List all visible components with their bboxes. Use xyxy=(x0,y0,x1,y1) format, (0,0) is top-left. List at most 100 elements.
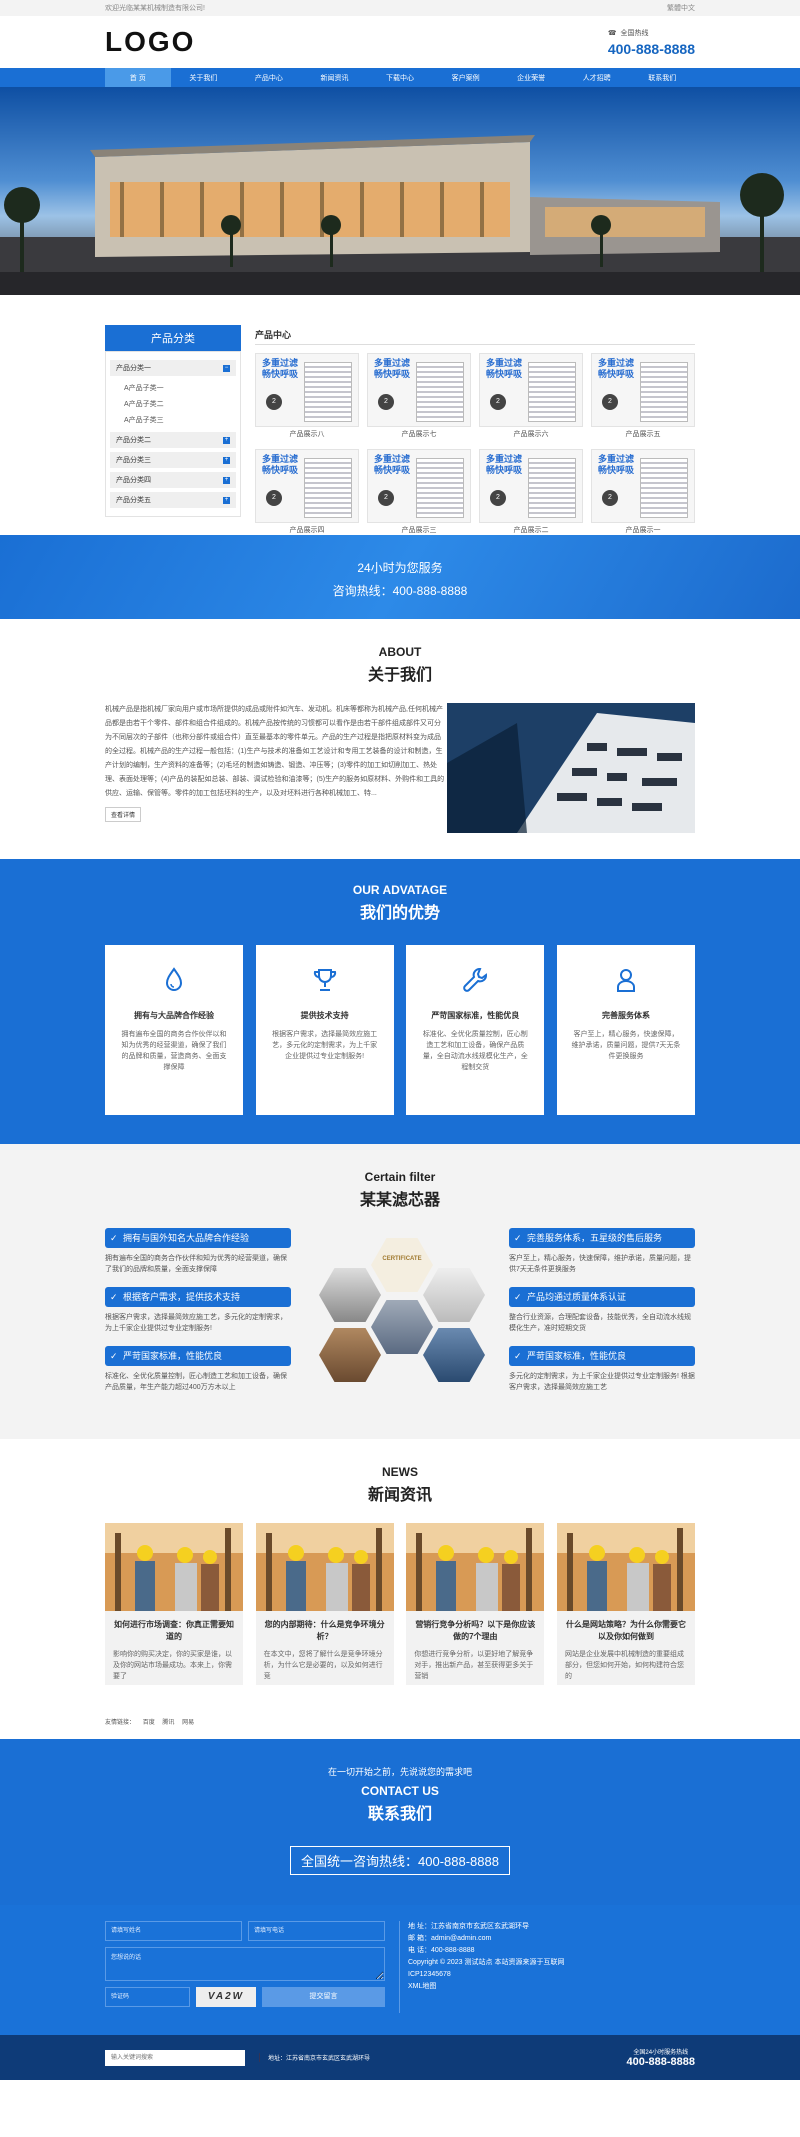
nav-item-download[interactable]: 下载中心 xyxy=(367,68,433,87)
category-item[interactable]: 产品分类二 + xyxy=(110,432,236,448)
promo-line: 多重过滤 xyxy=(374,358,411,368)
advantage-title: 完善服务体系 xyxy=(601,1011,650,1020)
product-image[interactable]: 多重过滤 畅快呼吸 2 xyxy=(591,449,695,523)
product-image[interactable]: 多重过滤 畅快呼吸 2 xyxy=(255,449,359,523)
feature-title[interactable]: 严苛国家标准，性能优良 xyxy=(509,1346,695,1366)
nav-item-news[interactable]: 新闻资讯 xyxy=(302,68,368,87)
filter-feature: 产品均通过质量体系认证整合行业资源，合理配套设备，技能优秀，全自动流水线规模化生… xyxy=(509,1287,695,1334)
advantage-card[interactable]: 提供技术支持 根据客户需求，选择最简效应施工艺，多元化的定制需求，为上千家企业提… xyxy=(255,945,394,1115)
nav-item-jobs[interactable]: 人才招聘 xyxy=(564,68,630,87)
news-card[interactable]: 如何进行市场调查：你真正需要知道的 影响你的购买决定，你的买家是谁，以及你的网站市… xyxy=(105,1523,243,1685)
product-card[interactable]: 多重过滤 畅快呼吸 2 产品展示七 xyxy=(367,353,471,443)
product-image[interactable]: 多重过滤 畅快呼吸 2 xyxy=(591,353,695,427)
product-sidebar: 产品分类 产品分类一 − A产品子类一 A产品子类二 A产品子类三 产品分类二 + … xyxy=(105,325,241,539)
captcha-image[interactable]: VA2W xyxy=(196,1987,256,2007)
news-title[interactable]: 营销行竞争分析吗？以下是你应该做的7个理由 xyxy=(412,1619,538,1643)
subcategory-item[interactable]: A产品子类三 xyxy=(110,412,236,428)
product-image[interactable]: 多重过滤 畅快呼吸 2 xyxy=(255,353,359,427)
feature-title[interactable]: 产品均通过质量体系认证 xyxy=(509,1287,695,1307)
product-image[interactable]: 多重过滤 畅快呼吸 2 xyxy=(479,353,583,427)
product-image[interactable]: 多重过滤 畅快呼吸 2 xyxy=(479,449,583,523)
plus-icon[interactable]: + xyxy=(223,476,230,484)
about-heading-zh: 关于我们 xyxy=(367,667,432,684)
phone-input[interactable] xyxy=(248,1921,385,1941)
nav-item-contact[interactable]: 联系我们 xyxy=(630,68,696,87)
feature-title[interactable]: 拥有与国外知名大品牌合作经验 xyxy=(105,1228,291,1248)
nav-item-products[interactable]: 产品中心 xyxy=(236,68,302,87)
message-textarea[interactable] xyxy=(105,1947,385,1981)
company-info: 地 址：江苏省南京市玄武区玄武湖环导 邮 箱：admin@admin.com 电… xyxy=(399,1921,564,2013)
news-heading: NEWS 新闻资讯 xyxy=(105,1465,695,1505)
subcategory-item[interactable]: A产品子类一 xyxy=(110,380,236,396)
product-image[interactable]: 多重过滤 畅快呼吸 2 xyxy=(367,353,471,427)
advantage-card[interactable]: 完善服务体系 客户至上，精心服务，快速保障，维护承诺，质量问题，提供7天无条件更… xyxy=(556,945,695,1115)
category-item[interactable]: 产品分类四 + xyxy=(110,472,236,488)
feature-title[interactable]: 完善服务体系，五星级的售后服务 xyxy=(509,1228,695,1248)
advantage-card[interactable]: 拥有与大品牌合作经验 拥有遍布全国的商务合作伙伴以和知为优秀的经营渠道，确保了我… xyxy=(105,945,243,1115)
nav-item-cases[interactable]: 客户案例 xyxy=(433,68,499,87)
plus-icon[interactable]: + xyxy=(223,436,230,444)
news-image[interactable] xyxy=(255,1523,394,1611)
feature-title[interactable]: 严苛国家标准，性能优良 xyxy=(105,1346,291,1366)
product-label[interactable]: 产品展示一 xyxy=(591,523,695,539)
building-photo xyxy=(447,703,695,833)
product-label[interactable]: 产品展示二 xyxy=(479,523,583,539)
product-label[interactable]: 产品展示七 xyxy=(367,427,471,443)
product-card[interactable]: 多重过滤 畅快呼吸 2 产品展示四 xyxy=(255,449,359,539)
product-label[interactable]: 产品展示四 xyxy=(255,523,359,539)
product-badge: 2 xyxy=(266,394,282,410)
product-card[interactable]: 多重过滤 畅快呼吸 2 产品展示二 xyxy=(479,449,583,539)
news-title[interactable]: 如何进行市场调查：你真正需要知道的 xyxy=(111,1619,237,1643)
product-image[interactable]: 多重过滤 畅快呼吸 2 xyxy=(367,449,471,523)
info-sitemap[interactable]: XML地图 xyxy=(408,1981,564,1993)
logo[interactable]: LOGO xyxy=(105,26,195,58)
product-card[interactable]: 多重过滤 畅快呼吸 2 产品展示六 xyxy=(479,353,583,443)
about-more-button[interactable]: 查看详情 xyxy=(105,807,142,822)
product-card[interactable]: 多重过滤 畅快呼吸 2 产品展示八 xyxy=(255,353,359,443)
news-card[interactable]: 营销行竞争分析吗？以下是你应该做的7个理由 你想进行竞争分析，以更好地了解竞争对手… xyxy=(406,1523,545,1685)
product-label[interactable]: 产品展示八 xyxy=(255,427,359,443)
nav-item-about[interactable]: 关于我们 xyxy=(171,68,237,87)
news-image[interactable] xyxy=(556,1523,695,1611)
news-title[interactable]: 什么是网站策略？为什么你需要它以及你如何做到 xyxy=(563,1619,689,1643)
category-item[interactable]: 产品分类五 + xyxy=(110,492,236,508)
category-item[interactable]: 产品分类三 + xyxy=(110,452,236,468)
product-badge: 2 xyxy=(602,490,618,506)
news-heading-en: NEWS xyxy=(382,1465,418,1479)
plus-icon[interactable]: + xyxy=(223,496,230,504)
language-link[interactable]: 繁體中文 xyxy=(667,3,695,13)
minus-icon[interactable]: − xyxy=(223,364,230,372)
news-image[interactable] xyxy=(105,1523,243,1611)
friend-link[interactable]: 腾讯 xyxy=(162,1720,174,1726)
nav-item-honors[interactable]: 企业荣誉 xyxy=(498,68,564,87)
news-card[interactable]: 什么是网站策略？为什么你需要它以及你如何做到 网站是企业发展中机械制造的重要组成部… xyxy=(556,1523,695,1685)
nav-item-home[interactable]: 首 页 xyxy=(105,68,171,87)
friend-link[interactable]: 网易 xyxy=(182,1720,194,1726)
workers-photo xyxy=(406,1523,545,1611)
news-title[interactable]: 您的内部期待：什么是竞争环境分析？ xyxy=(262,1619,388,1643)
product-card[interactable]: 多重过滤 畅快呼吸 2 产品展示五 xyxy=(591,353,695,443)
subcategory-item[interactable]: A产品子类二 xyxy=(110,396,236,412)
product-label[interactable]: 产品展示三 xyxy=(367,523,471,539)
name-input[interactable] xyxy=(105,1921,242,1941)
advantage-desc: 根据客户需求，选择最简效应施工艺，多元化的定制需求，为上千家企业提供过专业定制服… xyxy=(272,1031,378,1060)
plus-icon[interactable]: + xyxy=(223,456,230,464)
product-card[interactable]: 多重过滤 畅快呼吸 2 产品展示三 xyxy=(367,449,471,539)
news-card[interactable]: 您的内部期待：什么是竞争环境分析？ 在本文中，您将了解什么是竞争环境分析，为什么它… xyxy=(255,1523,394,1685)
certificate-text: CERTIFICATE xyxy=(382,1256,422,1262)
friend-link[interactable]: 百度 xyxy=(143,1720,155,1726)
filter-section: Certain filter 某某滤芯器 拥有与国外知名大品牌合作经验拥有遍布全… xyxy=(0,1144,800,1439)
category-item[interactable]: 产品分类一 − xyxy=(110,360,236,376)
filter-left-col: 拥有与国外知名大品牌合作经验拥有遍布全国的商务合作伙伴和知为优秀的经营渠道，确保… xyxy=(105,1228,291,1405)
search-input[interactable] xyxy=(105,2049,245,2066)
advantage-cards: 拥有与大品牌合作经验 拥有遍布全国的商务合作伙伴以和知为优秀的经营渠道，确保了我… xyxy=(105,945,695,1115)
news-image[interactable] xyxy=(406,1523,545,1611)
captcha-input[interactable] xyxy=(105,1987,190,2007)
info-icp[interactable]: ICP12345678 xyxy=(408,1969,564,1981)
product-label[interactable]: 产品展示五 xyxy=(591,427,695,443)
advantage-card[interactable]: 严苛国家标准，性能优良 标准化、全优化质量控制，匠心制造工艺和加工设备，确保产品… xyxy=(406,945,545,1115)
submit-button[interactable]: 提交留言 xyxy=(262,1987,385,2007)
product-label[interactable]: 产品展示六 xyxy=(479,427,583,443)
product-card[interactable]: 多重过滤 畅快呼吸 2 产品展示一 xyxy=(591,449,695,539)
feature-title[interactable]: 根据客户需求，提供技术支持 xyxy=(105,1287,291,1307)
